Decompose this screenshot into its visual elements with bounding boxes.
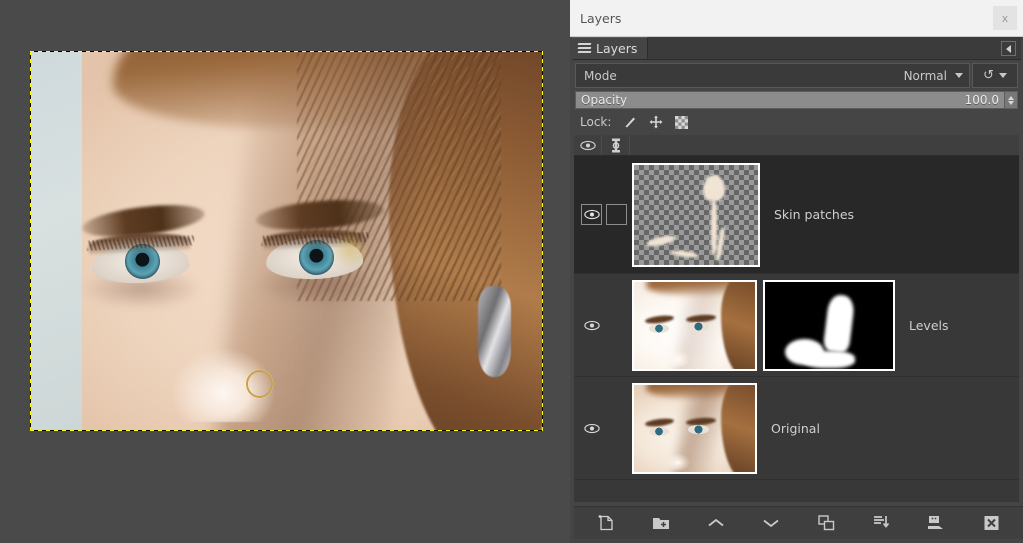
opacity-value: 100.0	[964, 93, 999, 107]
spinner-up-icon[interactable]	[1008, 95, 1014, 100]
tab-menu-arrow-icon[interactable]	[1001, 41, 1016, 56]
opacity-stepper[interactable]	[1005, 91, 1018, 109]
layer-name[interactable]: Original	[771, 421, 820, 436]
chevron-down-icon	[998, 73, 1007, 78]
layer-link-toggle[interactable]	[606, 315, 627, 336]
column-name	[630, 135, 1019, 155]
photo-eye-left	[87, 231, 195, 286]
new-layer-group-button[interactable]	[647, 511, 675, 535]
opacity-row: Opacity 100.0	[575, 91, 1018, 109]
eye-icon	[583, 209, 600, 220]
eye-icon	[579, 140, 596, 150]
lock-row: Lock:	[572, 111, 1021, 133]
layer-visibility-toggle[interactable]	[581, 204, 602, 225]
close-icon[interactable]: x	[993, 6, 1017, 30]
lower-layer-button[interactable]	[757, 511, 785, 535]
brush-icon[interactable]	[622, 115, 637, 130]
layer-visibility-toggle[interactable]	[581, 315, 602, 336]
layers-dock: Layers x Layers Mode Normal ↻ Opacity 10…	[570, 0, 1023, 543]
mode-label: Mode	[584, 68, 617, 83]
reset-icon: ↻	[983, 68, 994, 83]
layer-name[interactable]: Skin patches	[774, 207, 854, 222]
duplicate-layer-button[interactable]	[812, 511, 840, 535]
tab-layers-label: Layers	[596, 41, 638, 56]
new-layer-button[interactable]	[592, 511, 620, 535]
canvas-image[interactable]	[31, 52, 542, 430]
layer-thumbnail[interactable]	[632, 382, 757, 474]
layer-row-original[interactable]: Original	[574, 377, 1019, 480]
photo-bokeh-highlight	[327, 233, 374, 268]
anchor-layer-button[interactable]	[867, 511, 895, 535]
image-selection-marching-ants[interactable]	[30, 51, 543, 431]
eye-icon	[583, 423, 600, 433]
eye-icon	[583, 320, 600, 330]
layer-row-levels[interactable]: Levels	[574, 274, 1019, 377]
gimp-layers-window: Layers x Layers Mode Normal ↻ Opacity 10…	[0, 0, 1023, 543]
move-cross-icon[interactable]	[648, 115, 663, 130]
layer-link-toggle[interactable]	[606, 418, 627, 439]
layer-thumbnail[interactable]	[632, 162, 760, 267]
layer-link-toggle[interactable]	[606, 204, 627, 225]
dock-body: Layers Mode Normal ↻ Opacity 100.0 Lock:…	[572, 37, 1023, 541]
layer-row-skin-patches[interactable]: Skin patches	[574, 156, 1019, 274]
opacity-label: Opacity	[581, 93, 628, 107]
lock-label: Lock:	[580, 115, 612, 129]
checkerboard-icon[interactable]	[674, 115, 689, 130]
layers-bottom-toolbar	[574, 506, 1023, 539]
layers-icon	[577, 43, 592, 54]
photo-nose	[168, 301, 282, 423]
layer-mode-dropdown[interactable]: Mode Normal	[575, 63, 970, 88]
window-title: Layers	[580, 10, 622, 26]
column-link[interactable]	[602, 135, 630, 155]
tab-layers[interactable]: Layers	[572, 37, 649, 59]
photo-earring	[478, 286, 512, 378]
layer-visibility-toggle[interactable]	[581, 418, 602, 439]
layer-mask-thumbnail[interactable]	[763, 279, 895, 371]
chevron-down-icon	[955, 73, 963, 78]
canvas-area[interactable]	[0, 0, 570, 543]
opacity-slider[interactable]: Opacity 100.0	[575, 91, 1005, 109]
mode-reset-button[interactable]: ↻	[972, 63, 1018, 88]
window-titlebar: Layers x	[570, 0, 1023, 37]
dock-tabstrip: Layers	[572, 37, 1021, 60]
raise-layer-button[interactable]	[702, 511, 730, 535]
column-visibility[interactable]	[574, 135, 602, 155]
layer-list-header	[574, 135, 1019, 156]
layer-name[interactable]: Levels	[909, 318, 949, 333]
layer-thumbnail[interactable]	[632, 279, 757, 371]
mode-row: Mode Normal ↻	[575, 63, 1018, 88]
merge-down-button[interactable]	[922, 511, 950, 535]
mode-value: Normal	[903, 68, 947, 83]
chain-link-icon	[611, 138, 620, 152]
layer-list[interactable]: Skin patches Levels Original	[574, 156, 1019, 502]
delete-layer-button[interactable]	[977, 511, 1005, 535]
spinner-down-icon[interactable]	[1008, 100, 1014, 105]
